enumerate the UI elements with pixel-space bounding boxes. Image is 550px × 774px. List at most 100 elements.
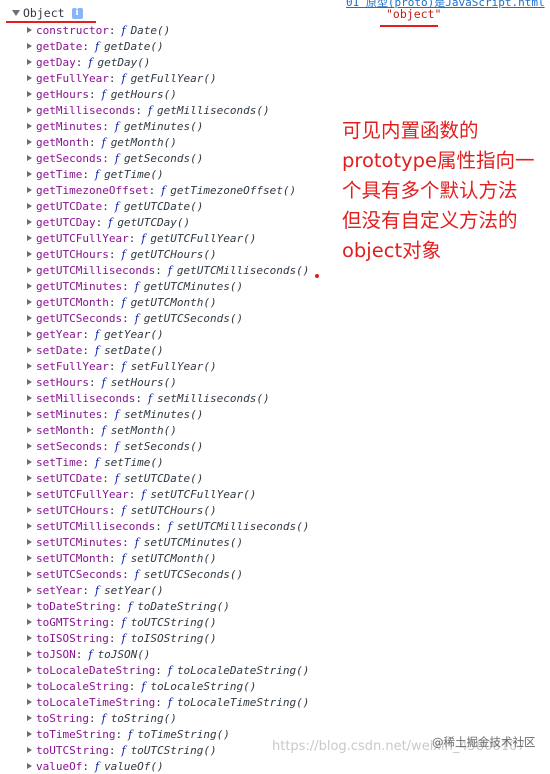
expand-triangle-icon[interactable] (27, 91, 32, 97)
property-row-setMilliseconds[interactable]: setMilliseconds: f setMilliseconds() (27, 390, 309, 406)
expand-triangle-icon[interactable] (27, 155, 32, 161)
expand-triangle-icon[interactable] (27, 523, 32, 529)
expand-triangle-icon[interactable] (27, 203, 32, 209)
expand-triangle-icon[interactable] (27, 459, 32, 465)
property-row-getHours[interactable]: getHours: f getHours() (27, 86, 309, 102)
info-icon[interactable]: i (71, 7, 83, 19)
expand-triangle-icon[interactable] (27, 715, 32, 721)
property-row-getFullYear[interactable]: getFullYear: f getFullYear() (27, 70, 309, 86)
property-row-getMonth[interactable]: getMonth: f getMonth() (27, 134, 309, 150)
property-row-getUTCDate[interactable]: getUTCDate: f getUTCDate() (27, 198, 309, 214)
property-row-toLocaleDateString[interactable]: toLocaleDateString: f toLocaleDateString() (27, 662, 309, 678)
property-row-toTimeString[interactable]: toTimeString: f toTimeString() (27, 726, 309, 742)
expand-triangle-icon[interactable] (27, 123, 32, 129)
expand-triangle-icon[interactable] (27, 43, 32, 49)
property-row-setHours[interactable]: setHours: f setHours() (27, 374, 309, 390)
property-row-getSeconds[interactable]: getSeconds: f getSeconds() (27, 150, 309, 166)
expand-triangle-icon[interactable] (27, 315, 32, 321)
property-row-setUTCHours[interactable]: setUTCHours: f setUTCHours() (27, 502, 309, 518)
property-row-constructor[interactable]: constructor: f Date() (27, 22, 309, 38)
property-row-setDate[interactable]: setDate: f setDate() (27, 342, 309, 358)
property-row-setYear[interactable]: setYear: f setYear() (27, 582, 309, 598)
property-row-setMinutes[interactable]: setMinutes: f setMinutes() (27, 406, 309, 422)
property-row-setMonth[interactable]: setMonth: f setMonth() (27, 422, 309, 438)
expand-triangle-icon[interactable] (27, 683, 32, 689)
expand-triangle-icon[interactable] (27, 507, 32, 513)
property-row-getUTCSeconds[interactable]: getUTCSeconds: f getUTCSeconds() (27, 310, 309, 326)
expand-triangle-icon[interactable] (27, 635, 32, 641)
property-row-getUTCFullYear[interactable]: getUTCFullYear: f getUTCFullYear() (27, 230, 309, 246)
expand-triangle-icon[interactable] (27, 731, 32, 737)
property-row-toLocaleString[interactable]: toLocaleString: f toLocaleString() (27, 678, 309, 694)
expand-triangle-icon[interactable] (27, 571, 32, 577)
source-file-link[interactable]: 01 原型(proto)是JavaScript.html (346, 0, 545, 10)
expand-triangle-icon[interactable] (27, 267, 32, 273)
property-row-setUTCDate[interactable]: setUTCDate: f setUTCDate() (27, 470, 309, 486)
expand-triangle-icon[interactable] (27, 187, 32, 193)
property-row-getYear[interactable]: getYear: f getYear() (27, 326, 309, 342)
expand-triangle-icon[interactable] (27, 363, 32, 369)
expand-triangle-icon[interactable] (27, 587, 32, 593)
expand-triangle-icon[interactable] (27, 27, 32, 33)
property-row-getDate[interactable]: getDate: f getDate() (27, 38, 309, 54)
expand-triangle-icon[interactable] (27, 283, 32, 289)
expand-triangle-icon[interactable] (27, 619, 32, 625)
expand-triangle-icon[interactable] (27, 59, 32, 65)
expand-triangle-icon[interactable] (27, 139, 32, 145)
property-row-setUTCMonth[interactable]: setUTCMonth: f setUTCMonth() (27, 550, 309, 566)
property-row-setFullYear[interactable]: setFullYear: f setFullYear() (27, 358, 309, 374)
property-row-getUTCHours[interactable]: getUTCHours: f getUTCHours() (27, 246, 309, 262)
property-row-setUTCMilliseconds[interactable]: setUTCMilliseconds: f setUTCMilliseconds() (27, 518, 309, 534)
property-row-getUTCMinutes[interactable]: getUTCMinutes: f getUTCMinutes() (27, 278, 309, 294)
property-row-getMinutes[interactable]: getMinutes: f getMinutes() (27, 118, 309, 134)
expand-triangle-icon[interactable] (27, 763, 32, 769)
property-row-setUTCMinutes[interactable]: setUTCMinutes: f setUTCMinutes() (27, 534, 309, 550)
expanded-triangle-icon[interactable] (12, 10, 20, 16)
property-row-setUTCFullYear[interactable]: setUTCFullYear: f setUTCFullYear() (27, 486, 309, 502)
expand-triangle-icon[interactable] (27, 347, 32, 353)
expand-triangle-icon[interactable] (27, 379, 32, 385)
property-row-getUTCDay[interactable]: getUTCDay: f getUTCDay() (27, 214, 309, 230)
property-row-setUTCSeconds[interactable]: setUTCSeconds: f setUTCSeconds() (27, 566, 309, 582)
expand-triangle-icon[interactable] (27, 667, 32, 673)
property-row-valueOf[interactable]: valueOf: f valueOf() (27, 758, 309, 774)
expand-triangle-icon[interactable] (27, 235, 32, 241)
property-colon: : (102, 439, 109, 453)
expand-triangle-icon[interactable] (27, 331, 32, 337)
expand-triangle-icon[interactable] (27, 475, 32, 481)
expand-triangle-icon[interactable] (27, 443, 32, 449)
property-row-toGMTString[interactable]: toGMTString: f toUTCString() (27, 614, 309, 630)
expand-triangle-icon[interactable] (27, 539, 32, 545)
expand-triangle-icon[interactable] (27, 299, 32, 305)
property-row-toJSON[interactable]: toJSON: f toJSON() (27, 646, 309, 662)
property-name: getMinutes (36, 119, 103, 133)
expand-triangle-icon[interactable] (27, 75, 32, 81)
expand-triangle-icon[interactable] (27, 747, 32, 753)
expand-triangle-icon[interactable] (27, 603, 32, 609)
expand-triangle-icon[interactable] (27, 651, 32, 657)
expand-triangle-icon[interactable] (27, 699, 32, 705)
property-row-toDateString[interactable]: toDateString: f toDateString() (27, 598, 309, 614)
expand-triangle-icon[interactable] (27, 219, 32, 225)
property-row-setTime[interactable]: setTime: f setTime() (27, 454, 309, 470)
property-row-getTimezoneOffset[interactable]: getTimezoneOffset: f getTimezoneOffset() (27, 182, 309, 198)
expand-triangle-icon[interactable] (27, 107, 32, 113)
property-row-getUTCMonth[interactable]: getUTCMonth: f getUTCMonth() (27, 294, 309, 310)
property-row-setSeconds[interactable]: setSeconds: f setSeconds() (27, 438, 309, 454)
property-row-toISOString[interactable]: toISOString: f toISOString() (27, 630, 309, 646)
expand-triangle-icon[interactable] (27, 491, 32, 497)
property-row-getTime[interactable]: getTime: f getTime() (27, 166, 309, 182)
expand-triangle-icon[interactable] (27, 395, 32, 401)
property-row-getDay[interactable]: getDay: f getDay() (27, 54, 309, 70)
expand-triangle-icon[interactable] (27, 251, 32, 257)
expand-triangle-icon[interactable] (27, 411, 32, 417)
expand-triangle-icon[interactable] (27, 427, 32, 433)
property-row-toLocaleTimeString[interactable]: toLocaleTimeString: f toLocaleTimeString() (27, 694, 309, 710)
property-row-toString[interactable]: toString: f toString() (27, 710, 309, 726)
property-row-toUTCString[interactable]: toUTCString: f toUTCString() (27, 742, 309, 758)
expand-triangle-icon[interactable] (27, 555, 32, 561)
property-row-getUTCMilliseconds[interactable]: getUTCMilliseconds: f getUTCMilliseconds() (27, 262, 309, 278)
property-row-getMilliseconds[interactable]: getMilliseconds: f getMilliseconds() (27, 102, 309, 118)
object-tree-toggle[interactable]: Object i (12, 6, 83, 20)
expand-triangle-icon[interactable] (27, 171, 32, 177)
